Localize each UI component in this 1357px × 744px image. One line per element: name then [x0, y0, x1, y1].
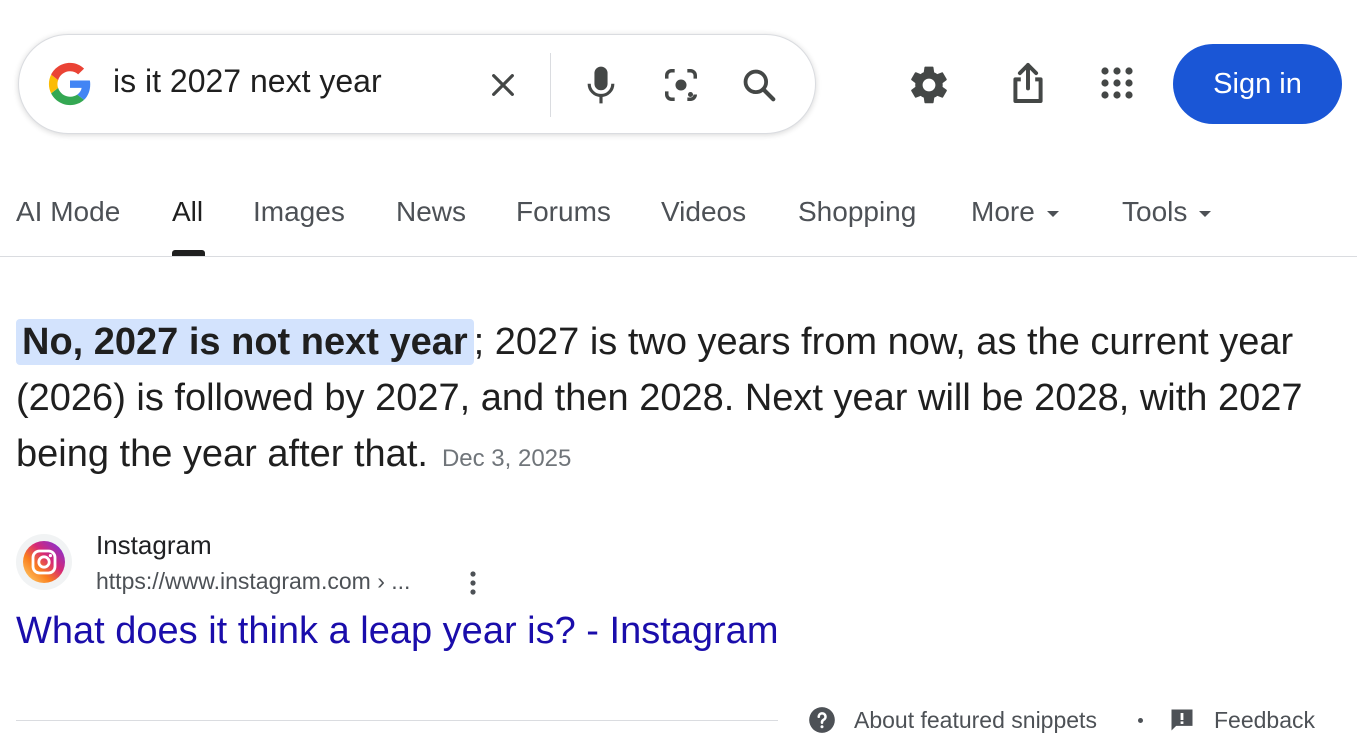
share-icon[interactable] — [1006, 58, 1050, 108]
tab-news[interactable]: News — [396, 196, 466, 228]
feedback-link[interactable]: Feedback — [1168, 706, 1315, 734]
tab-tools-label: Tools — [1122, 196, 1188, 227]
source-name[interactable]: Instagram — [96, 530, 212, 561]
lens-icon[interactable] — [659, 61, 703, 109]
more-options-icon[interactable] — [460, 568, 486, 598]
about-featured-snippets-link[interactable]: About featured snippets — [808, 706, 1097, 734]
search-divider — [550, 53, 551, 117]
tab-images[interactable]: Images — [253, 196, 345, 228]
search-icon[interactable] — [735, 61, 783, 109]
featured-snippet: No, 2027 is not next year; 2027 is two y… — [16, 314, 1326, 487]
tab-more-label: More — [971, 196, 1035, 227]
tab-more[interactable]: More — [971, 196, 1059, 228]
result-title-link[interactable]: What does it think a leap year is? - Ins… — [16, 610, 778, 653]
snippet-date: Dec 3, 2025 — [441, 445, 572, 472]
clear-icon[interactable] — [481, 63, 525, 107]
sign-in-button[interactable]: Sign in — [1173, 44, 1342, 124]
tab-tools[interactable]: Tools — [1122, 196, 1212, 228]
footer-divider — [16, 720, 778, 721]
chevron-down-icon — [1046, 210, 1059, 217]
tab-shopping[interactable]: Shopping — [798, 196, 916, 228]
about-label: About featured snippets — [854, 706, 1097, 733]
tab-all[interactable]: All — [172, 196, 203, 228]
mic-icon[interactable] — [579, 61, 623, 109]
tab-videos[interactable]: Videos — [661, 196, 746, 228]
search-box[interactable]: is it 2027 next year — [18, 34, 816, 134]
footer-separator — [1138, 718, 1143, 723]
instagram-icon[interactable] — [16, 534, 72, 590]
feedback-label: Feedback — [1214, 706, 1316, 733]
chevron-down-icon — [1199, 210, 1212, 217]
source-url[interactable]: https://www.instagram.com › ... — [96, 568, 410, 595]
search-input[interactable]: is it 2027 next year — [113, 63, 382, 100]
google-logo-icon — [47, 61, 93, 107]
tab-forums[interactable]: Forums — [516, 196, 611, 228]
search-tabs: AI Mode All Images News Forums Videos Sh… — [0, 190, 1357, 256]
feedback-icon — [1171, 709, 1193, 731]
help-icon — [809, 707, 835, 733]
tab-ai-mode[interactable]: AI Mode — [16, 196, 120, 228]
apps-grid-icon[interactable] — [1094, 60, 1140, 106]
gear-icon[interactable] — [904, 60, 954, 110]
tabs-divider — [0, 256, 1357, 257]
snippet-highlight: No, 2027 is not next year — [16, 319, 474, 365]
